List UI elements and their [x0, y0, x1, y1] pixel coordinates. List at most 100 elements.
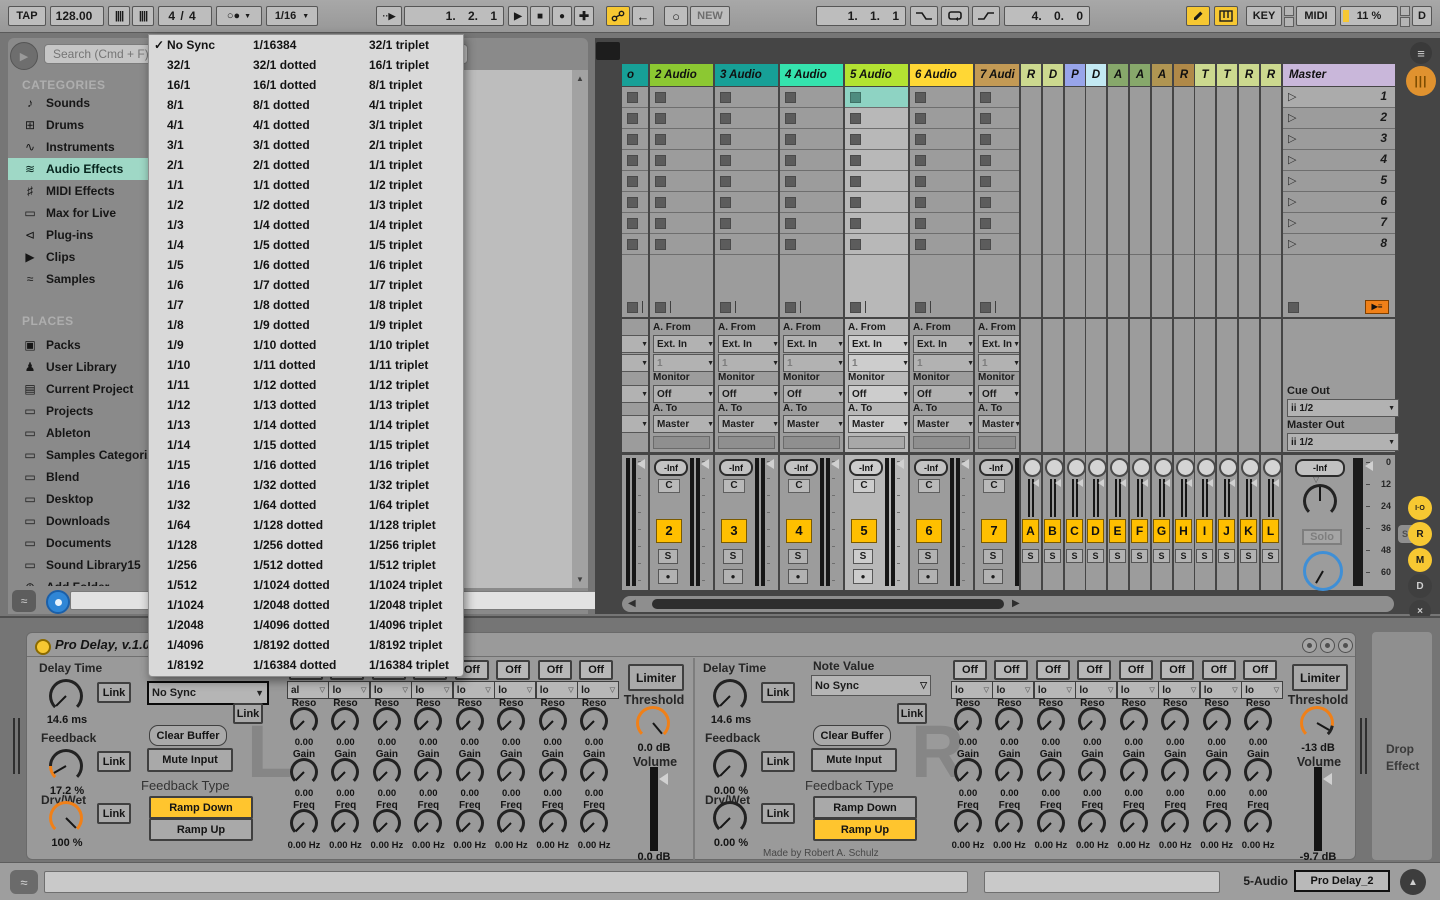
- clip-slot[interactable]: [780, 87, 843, 108]
- band-off-button[interactable]: Off: [953, 660, 987, 680]
- band-type-select[interactable]: lo▽: [1200, 681, 1242, 699]
- solo-button[interactable]: S: [723, 549, 743, 564]
- scene-play-icon[interactable]: ▷: [1288, 195, 1296, 208]
- track-activator-button[interactable]: 3: [721, 519, 747, 543]
- menu-item[interactable]: 1/51/6 dotted1/6 triplet: [149, 255, 463, 275]
- track-stop-row[interactable]: [622, 297, 648, 317]
- clip-stop-icon[interactable]: [850, 218, 861, 229]
- scene-play-icon[interactable]: ▷: [1288, 237, 1296, 250]
- sidebar-place-current-project[interactable]: ▤Current Project: [8, 378, 148, 400]
- scene-slot[interactable]: ▷2: [1283, 108, 1395, 129]
- menu-item[interactable]: 1/40961/8192 dotted1/8192 triplet: [149, 635, 463, 655]
- track-header[interactable]: 4 Audio: [780, 64, 843, 86]
- io-routing-select[interactable]: Off▼: [978, 385, 1019, 403]
- quantize-menu[interactable]: 1/16▼: [266, 6, 318, 26]
- clip-slot[interactable]: [780, 150, 843, 171]
- menu-item[interactable]: 16/116/1 dotted8/1 triplet: [149, 75, 463, 95]
- link-button[interactable]: Link: [761, 682, 795, 703]
- clip-stop-icon[interactable]: [785, 239, 796, 250]
- reso-knob[interactable]: [580, 707, 608, 735]
- gain-knob[interactable]: [414, 758, 442, 786]
- track-activator-button[interactable]: A: [1022, 519, 1039, 543]
- freq-knob[interactable]: [954, 809, 982, 837]
- band-type-select[interactable]: lo▽: [328, 681, 370, 699]
- freq-knob[interactable]: [580, 809, 608, 837]
- reso-knob[interactable]: [1161, 707, 1189, 735]
- io-routing-select[interactable]: Ext. In▼: [653, 335, 713, 353]
- return-track-header[interactable]: R: [1239, 64, 1259, 86]
- limiter-button[interactable]: Limiter: [628, 664, 684, 691]
- send-knob[interactable]: [1067, 458, 1086, 477]
- clip-stop-icon[interactable]: [627, 155, 638, 166]
- track-pan-control[interactable]: C: [853, 479, 875, 493]
- clip-slot[interactable]: [650, 213, 713, 234]
- clip-stop-icon[interactable]: [980, 113, 991, 124]
- clip-stop-icon[interactable]: [915, 134, 926, 145]
- gain-knob[interactable]: [331, 758, 359, 786]
- band-type-select[interactable]: lo▽: [1117, 681, 1159, 699]
- stop-button[interactable]: ■: [530, 6, 550, 26]
- reso-knob[interactable]: [539, 707, 567, 735]
- reso-knob[interactable]: [1037, 707, 1065, 735]
- io-routing-select[interactable]: Master▼: [848, 415, 908, 433]
- clip-stop-icon[interactable]: [915, 218, 926, 229]
- reso-knob[interactable]: [414, 707, 442, 735]
- track-activator-button[interactable]: K: [1240, 519, 1257, 543]
- nudge-up-button[interactable]: ||||: [132, 6, 154, 26]
- track-volume-display[interactable]: -Inf: [979, 459, 1013, 476]
- ramp-down-button[interactable]: Ramp Down: [149, 796, 253, 819]
- io-routing-select[interactable]: 1▼: [913, 354, 973, 372]
- menu-item[interactable]: 1/91/10 dotted1/10 triplet: [149, 335, 463, 355]
- band-off-button[interactable]: Off: [1036, 660, 1070, 680]
- ramp-up-button[interactable]: Ramp Up: [149, 818, 253, 841]
- volume-fader-handle[interactable]: [659, 773, 668, 785]
- volume-fader-handle[interactable]: [1323, 773, 1332, 785]
- returns-section-toggle[interactable]: R: [1408, 522, 1432, 546]
- dry-wet-knob[interactable]: [49, 801, 83, 835]
- clip-stop-icon[interactable]: [850, 239, 861, 250]
- return-track-header[interactable]: R: [1021, 64, 1041, 86]
- track-activator-button[interactable]: 6: [916, 519, 942, 543]
- session-horizontal-scrollbar[interactable]: ◀▶: [622, 596, 1394, 612]
- sidebar-place-blend[interactable]: ▭Blend: [8, 466, 148, 488]
- clip-slot[interactable]: [715, 129, 778, 150]
- return-track-header[interactable]: R: [1174, 64, 1194, 86]
- io-routing-select[interactable]: 1▼: [653, 354, 713, 372]
- clip-slot[interactable]: [845, 171, 908, 192]
- solo-button[interactable]: S: [1109, 549, 1126, 563]
- track-activator-button[interactable]: C: [1066, 519, 1083, 543]
- time-signature-display[interactable]: 4 / 4: [158, 6, 212, 26]
- clip-stop-icon[interactable]: [785, 176, 796, 187]
- master-stop-row[interactable]: ▶≡: [1283, 297, 1395, 317]
- clip-stop-icon[interactable]: [850, 197, 861, 208]
- clip-slot[interactable]: [715, 234, 778, 255]
- scrollbar-thumb[interactable]: [652, 599, 1004, 609]
- sidebar-item-midi-effects[interactable]: ♯MIDI Effects: [8, 180, 148, 202]
- clip-stop-icon[interactable]: [720, 176, 731, 187]
- menu-item[interactable]: 32/132/1 dotted16/1 triplet: [149, 55, 463, 75]
- clip-stop-icon[interactable]: [785, 92, 796, 103]
- clip-stop-icon[interactable]: [627, 176, 638, 187]
- reso-knob[interactable]: [995, 707, 1023, 735]
- menu-item[interactable]: 1/81/9 dotted1/9 triplet: [149, 315, 463, 335]
- reso-knob[interactable]: [331, 707, 359, 735]
- send-knob[interactable]: [1263, 458, 1282, 477]
- clip-stop-icon[interactable]: [980, 197, 991, 208]
- clip-slot[interactable]: [845, 108, 908, 129]
- track-stop-row[interactable]: [975, 297, 1019, 317]
- gain-knob[interactable]: [1203, 758, 1231, 786]
- clear-buffer-button[interactable]: Clear Buffer: [149, 725, 227, 746]
- clip-stop-icon[interactable]: [915, 155, 926, 166]
- clip-stop-icon[interactable]: [785, 155, 796, 166]
- sidebar-place-downloads[interactable]: ▭Downloads: [8, 510, 148, 532]
- mixer-section-toggle[interactable]: M: [1408, 548, 1432, 572]
- clip-stop-icon[interactable]: [720, 155, 731, 166]
- clip-slot[interactable]: [910, 129, 973, 150]
- send-knob[interactable]: [1176, 458, 1195, 477]
- io-routing-select[interactable]: Ext. In▼: [783, 335, 843, 353]
- track-volume-display[interactable]: -Inf: [654, 459, 688, 476]
- freq-knob[interactable]: [1203, 809, 1231, 837]
- save-preset-icon[interactable]: [1338, 638, 1353, 653]
- return-track-header[interactable]: A: [1152, 64, 1172, 86]
- clip-slot[interactable]: [622, 234, 648, 255]
